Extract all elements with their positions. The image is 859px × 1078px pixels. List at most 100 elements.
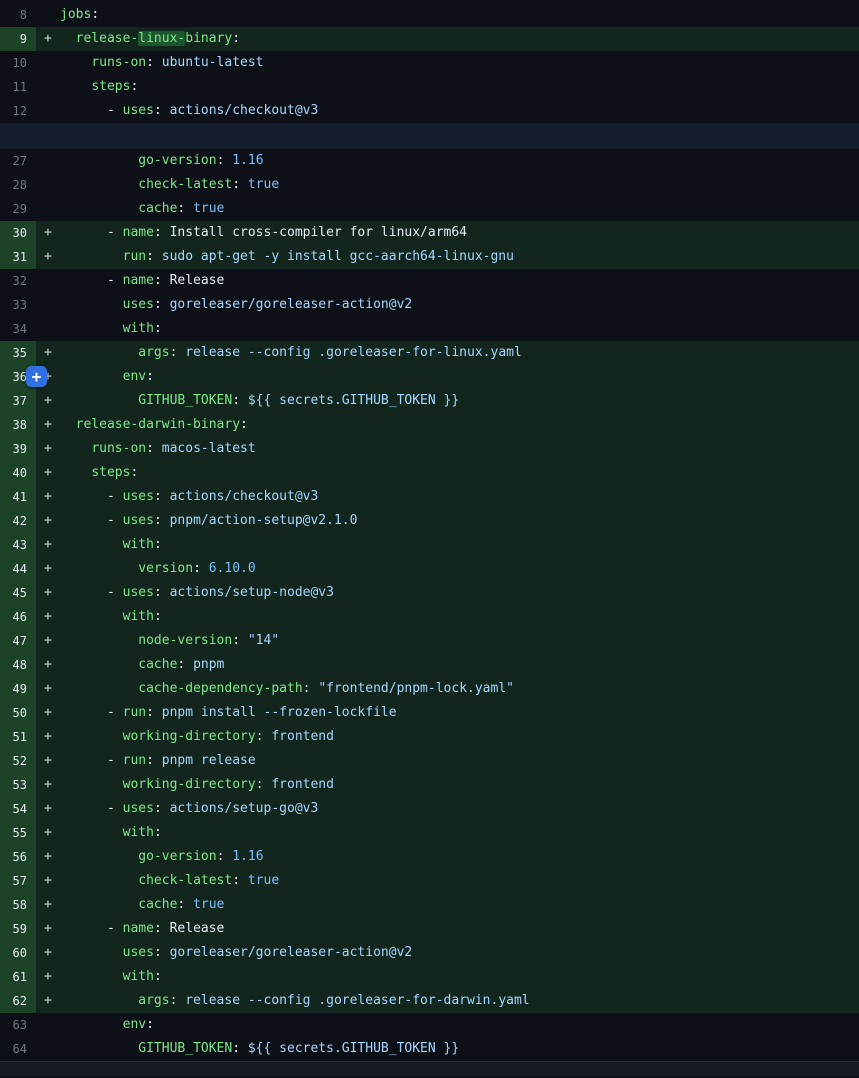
code-token: : — [170, 993, 186, 1008]
diff-marker: + — [44, 461, 52, 485]
line-number[interactable]: 57 — [0, 869, 36, 893]
diff-marker: + — [44, 653, 52, 677]
code-token: ubuntu-latest — [162, 55, 264, 70]
code-cell: + run: sudo apt-get -y install gcc-aarch… — [36, 245, 859, 269]
line-number[interactable]: 50 — [0, 701, 36, 725]
line-number[interactable]: 46 — [0, 605, 36, 629]
code-token: cache — [138, 657, 177, 672]
line-number[interactable]: 52 — [0, 749, 36, 773]
code-token: : — [154, 513, 170, 528]
line-number[interactable]: 8 — [0, 3, 36, 27]
diff-line-12: 12 - uses: actions/checkout@v3 — [0, 99, 859, 123]
diff-line-58: 58+ cache: true — [0, 893, 859, 917]
code-token: goreleaser/goreleaser-action@v2 — [170, 297, 413, 312]
code-cell: + runs-on: macos-latest — [36, 437, 859, 461]
code-token: - — [60, 225, 123, 240]
code-cell: + steps: — [36, 461, 859, 485]
code-token: binary — [185, 31, 232, 46]
diff-marker: + — [44, 221, 52, 245]
line-number[interactable]: 58 — [0, 893, 36, 917]
code-token: : — [154, 537, 162, 552]
code-cell: + version: 6.10.0 — [36, 557, 859, 581]
line-number[interactable]: 34 — [0, 317, 36, 341]
line-number[interactable]: 9 — [0, 27, 36, 51]
line-number[interactable]: 53 — [0, 773, 36, 797]
line-number[interactable]: 42 — [0, 509, 36, 533]
line-number[interactable]: 37 — [0, 389, 36, 413]
line-number[interactable]: 59 — [0, 917, 36, 941]
code-token: : — [154, 225, 170, 240]
line-number[interactable]: 39 — [0, 437, 36, 461]
diff-marker: + — [44, 749, 52, 773]
code-token: "frontend/pnpm-lock.yaml" — [318, 681, 514, 696]
line-number[interactable]: 47 — [0, 629, 36, 653]
diff-line-40: 40+ steps: — [0, 461, 859, 485]
code-cell: + args: release --config .goreleaser-for… — [36, 989, 859, 1013]
line-number[interactable]: 49 — [0, 677, 36, 701]
diff-line-46: 46+ with: — [0, 605, 859, 629]
line-number[interactable]: 31 — [0, 245, 36, 269]
line-number[interactable]: 38 — [0, 413, 36, 437]
diff-marker: + — [44, 893, 52, 917]
code-token: : — [232, 633, 248, 648]
code-token: macos-latest — [162, 441, 256, 456]
code-token: : — [232, 873, 248, 888]
line-number[interactable]: 30 — [0, 221, 36, 245]
line-number[interactable]: 62 — [0, 989, 36, 1013]
code-token: : — [256, 777, 272, 792]
line-number[interactable]: 32 — [0, 269, 36, 293]
code-token: : — [154, 297, 170, 312]
code-token: working-directory — [123, 777, 256, 792]
code-token: name — [123, 921, 154, 936]
line-number[interactable]: 63 — [0, 1013, 36, 1037]
code-token: uses — [123, 585, 154, 600]
diff-marker: + — [44, 989, 52, 1013]
code-cell: GITHUB_TOKEN: ${{ secrets.GITHUB_TOKEN }… — [36, 1037, 859, 1061]
code-cell: + - uses: actions/checkout@v3 — [36, 485, 859, 509]
code-token: uses — [123, 489, 154, 504]
diff-marker: + — [44, 725, 52, 749]
line-number[interactable]: 56 — [0, 845, 36, 869]
line-number[interactable]: 54 — [0, 797, 36, 821]
diff-marker: + — [44, 557, 52, 581]
line-number[interactable]: 44 — [0, 557, 36, 581]
line-number[interactable]: 61 — [0, 965, 36, 989]
line-number[interactable]: 27 — [0, 149, 36, 173]
code-token: with — [123, 537, 154, 552]
line-number[interactable]: 55 — [0, 821, 36, 845]
line-number[interactable]: 28 — [0, 173, 36, 197]
code-cell: + node-version: "14" — [36, 629, 859, 653]
code-token: pnpm install --frozen-lockfile — [162, 705, 397, 720]
line-number[interactable]: 29 — [0, 197, 36, 221]
line-number[interactable]: 43 — [0, 533, 36, 557]
diff-line-53: 53+ working-directory: frontend — [0, 773, 859, 797]
code-token — [60, 945, 123, 960]
line-number[interactable]: 40 — [0, 461, 36, 485]
code-cell: + args: release --config .goreleaser-for… — [36, 341, 859, 365]
expand-hunk-row[interactable] — [0, 123, 859, 149]
diff-marker: + — [44, 821, 52, 845]
code-cell: + with: — [36, 605, 859, 629]
line-number[interactable]: 60 — [0, 941, 36, 965]
add-comment-button[interactable]: + — [26, 366, 47, 387]
line-number[interactable]: 12 — [0, 99, 36, 123]
line-number[interactable]: 35 — [0, 341, 36, 365]
line-number[interactable]: 11 — [0, 75, 36, 99]
code-token: 6.10.0 — [209, 561, 256, 576]
code-token: GITHUB_TOKEN — [138, 393, 232, 408]
code-cell: uses: goreleaser/goreleaser-action@v2 — [36, 293, 859, 317]
line-number[interactable]: 51 — [0, 725, 36, 749]
code-cell: + - run: pnpm install --frozen-lockfile — [36, 701, 859, 725]
diff-line-39: 39+ runs-on: macos-latest — [0, 437, 859, 461]
diff-line-55: 55+ with: — [0, 821, 859, 845]
code-cell: + with: — [36, 821, 859, 845]
diff-marker: + — [44, 581, 52, 605]
line-number[interactable]: 10 — [0, 51, 36, 75]
code-token: run — [123, 705, 146, 720]
line-number[interactable]: 33 — [0, 293, 36, 317]
line-number[interactable]: 41 — [0, 485, 36, 509]
code-token: true — [248, 177, 279, 192]
line-number[interactable]: 48 — [0, 653, 36, 677]
line-number[interactable]: 64 — [0, 1037, 36, 1061]
line-number[interactable]: 45 — [0, 581, 36, 605]
